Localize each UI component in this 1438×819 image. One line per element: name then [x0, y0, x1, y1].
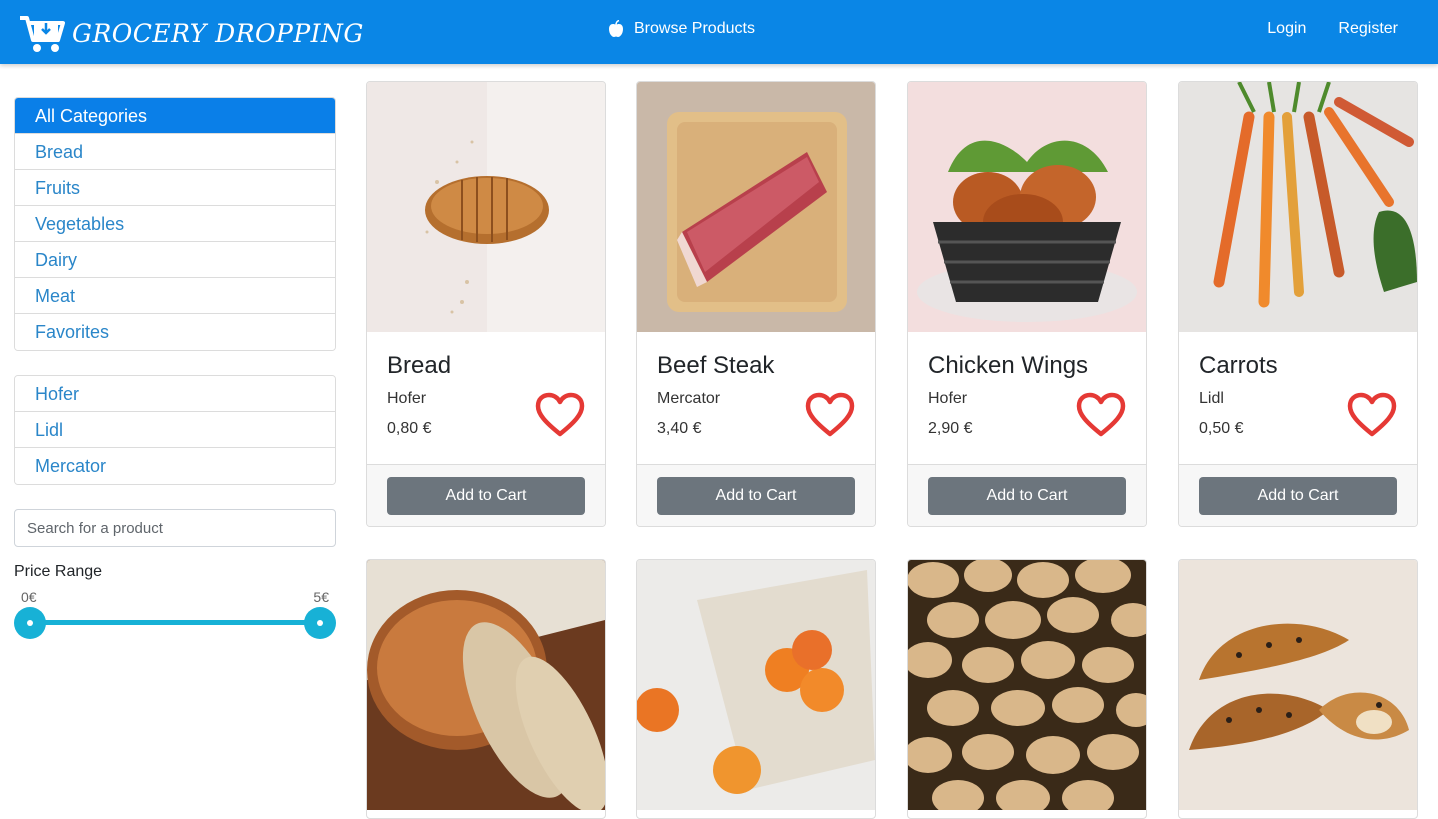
price-range-slider[interactable]: [14, 607, 336, 641]
favorite-heart-icon[interactable]: [805, 392, 855, 438]
price-max-label: 5€: [313, 589, 329, 605]
product-card: [636, 559, 876, 819]
steak-image: [637, 82, 875, 332]
price-min-label: 0€: [21, 589, 37, 605]
favorite-heart-icon[interactable]: [1076, 392, 1126, 438]
store-list: Hofer Lidl Mercator: [14, 375, 336, 485]
slider-track[interactable]: [30, 620, 320, 625]
product-card: [366, 559, 606, 819]
product-card: Chicken Wings Hofer 2,90 € Add to Cart: [907, 81, 1147, 527]
card-body: Chicken Wings Hofer 2,90 €: [908, 332, 1146, 464]
card-body: Beef Steak Mercator 3,40 €: [637, 332, 875, 464]
price-range-label: Price Range: [14, 563, 103, 580]
product-card: Bread Hofer 0,80 € Add to Cart: [366, 81, 606, 527]
register-link[interactable]: Register: [1338, 20, 1398, 38]
card-body: Carrots Lidl 0,50 €: [1179, 332, 1417, 464]
sidebar: All Categories Bread Fruits Vegetables D…: [14, 97, 336, 641]
product-card: Beef Steak Mercator 3,40 € Add to Cart: [636, 81, 876, 527]
store-lidl[interactable]: Lidl: [15, 412, 335, 448]
add-to-cart-button[interactable]: Add to Cart: [387, 477, 585, 515]
favorite-heart-icon[interactable]: [1347, 392, 1397, 438]
croissant-image: [1179, 560, 1417, 810]
add-to-cart-button[interactable]: Add to Cart: [1199, 477, 1397, 515]
bread-loaf-image: [367, 560, 605, 810]
chicken-image: [908, 82, 1146, 332]
card-body: Bread Hofer 0,80 €: [367, 332, 605, 464]
product-name: Beef Steak: [657, 352, 775, 379]
category-bread[interactable]: Bread: [15, 134, 335, 170]
top-navbar: GROCERY DROPPING Browse Products Login R…: [0, 0, 1438, 64]
category-list: All Categories Bread Fruits Vegetables D…: [14, 97, 336, 351]
product-name: Chicken Wings: [928, 352, 1089, 379]
product-name: Carrots: [1199, 352, 1278, 379]
category-dairy[interactable]: Dairy: [15, 242, 335, 278]
add-to-cart-button[interactable]: Add to Cart: [928, 477, 1126, 515]
slider-max-handle[interactable]: [304, 607, 336, 639]
search-input[interactable]: [14, 509, 336, 547]
card-footer: Add to Cart: [908, 464, 1146, 526]
brand-name: GROCERY DROPPING: [72, 18, 364, 48]
carrots-image: [1179, 82, 1417, 332]
store-mercator[interactable]: Mercator: [15, 448, 335, 484]
category-vegetables[interactable]: Vegetables: [15, 206, 335, 242]
brand[interactable]: GROCERY DROPPING: [18, 12, 364, 54]
cart-logo-icon: [20, 16, 65, 52]
product-card: [1178, 559, 1418, 819]
browse-products-link[interactable]: Browse Products: [608, 20, 755, 38]
card-footer: Add to Cart: [367, 464, 605, 526]
apple-icon: [609, 20, 623, 37]
category-favorites[interactable]: Favorites: [15, 314, 335, 350]
price-range-values: 0€ 5€: [14, 585, 336, 607]
favorite-heart-icon[interactable]: [535, 392, 585, 438]
apricots-image: [637, 560, 875, 810]
store-hofer[interactable]: Hofer: [15, 376, 335, 412]
potatoes-image: [908, 560, 1146, 810]
browse-products-label: Browse Products: [634, 20, 755, 37]
card-footer: Add to Cart: [637, 464, 875, 526]
product-card: Carrots Lidl 0,50 € Add to Cart: [1178, 81, 1418, 527]
card-footer: Add to Cart: [1179, 464, 1417, 526]
product-card: [907, 559, 1147, 819]
auth-links: Login Register: [1267, 20, 1398, 38]
bread-image: [367, 82, 605, 332]
add-to-cart-button[interactable]: Add to Cart: [657, 477, 855, 515]
category-meat[interactable]: Meat: [15, 278, 335, 314]
login-link[interactable]: Login: [1267, 20, 1306, 38]
category-all[interactable]: All Categories: [15, 98, 335, 134]
product-name: Bread: [387, 352, 452, 379]
slider-min-handle[interactable]: [14, 607, 46, 639]
category-fruits[interactable]: Fruits: [15, 170, 335, 206]
